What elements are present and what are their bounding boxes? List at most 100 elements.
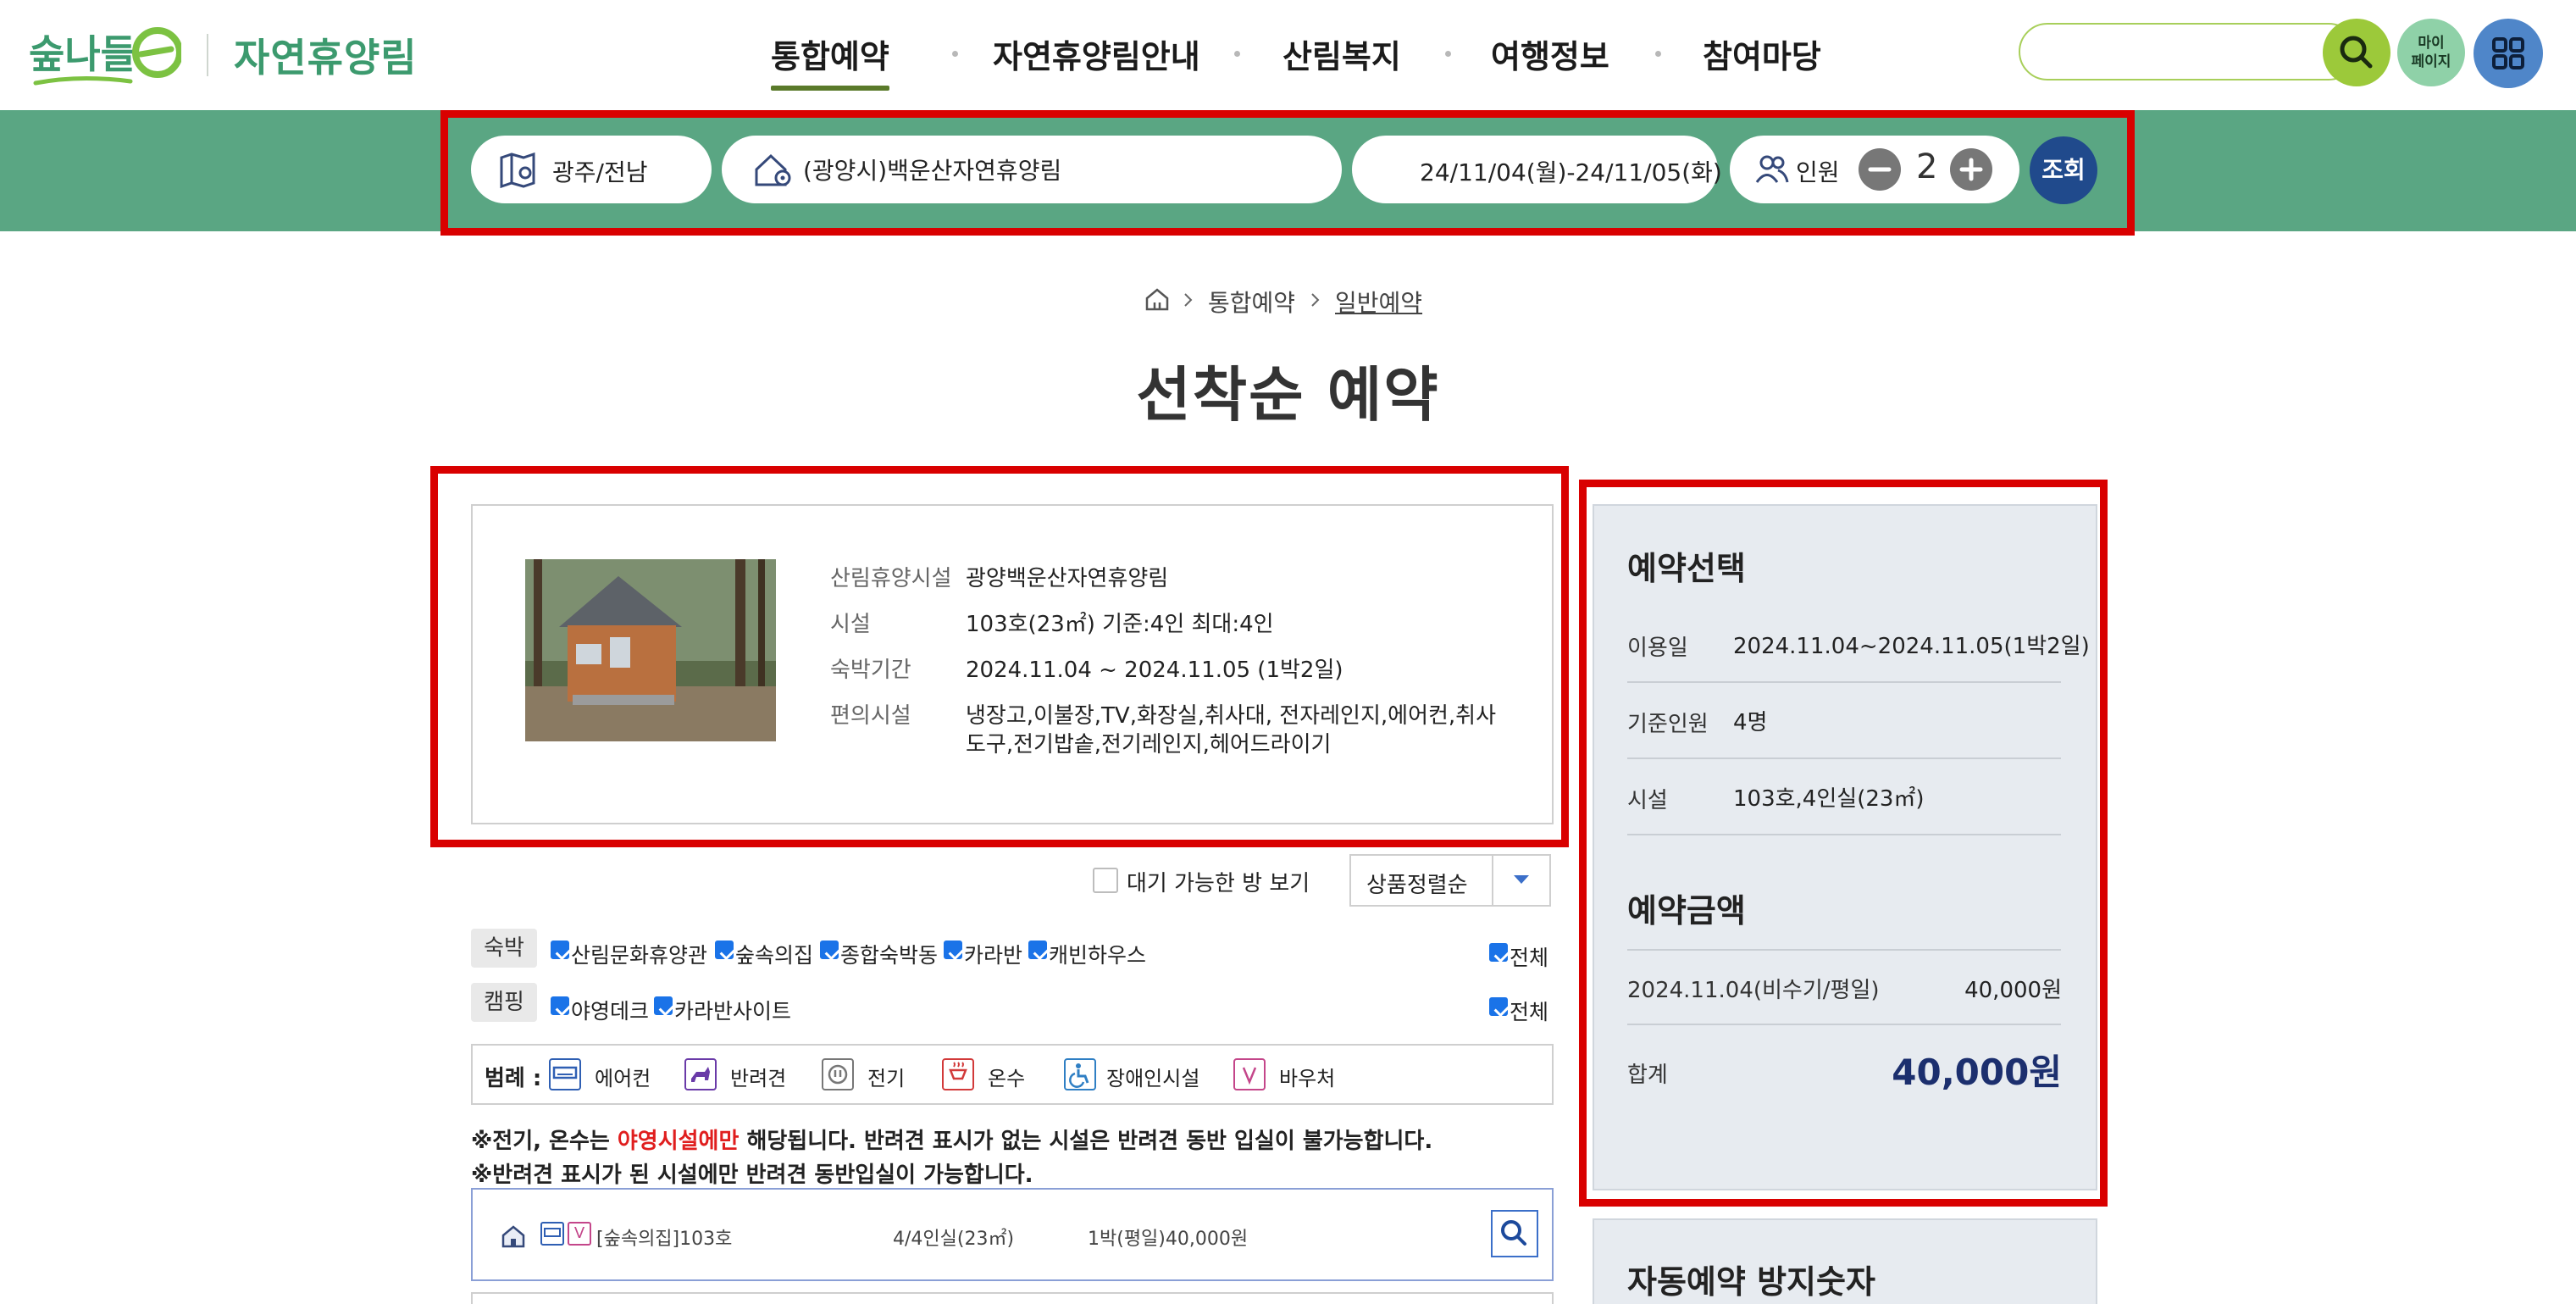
price-title: 예약금액 (1627, 892, 1746, 929)
cabin-photo (525, 559, 776, 741)
divider (1627, 757, 2061, 759)
query-button[interactable]: 조회 (2030, 136, 2097, 204)
home-type-icon (501, 1225, 525, 1248)
facility-value-amenities: 냉장고,이불장,TV,화장실,취사대, 전자레인지,에어컨,취사 (966, 703, 1497, 729)
search-button[interactable] (2323, 19, 2390, 86)
mypage-label-1: 마이 (2418, 35, 2445, 52)
divider (1627, 681, 2061, 683)
facility-label-period: 숙박기간 (830, 658, 911, 683)
lodging-checkbox-3[interactable] (820, 941, 839, 959)
total-value: 40,000원 (1892, 1052, 2062, 1093)
electric-icon (822, 1058, 854, 1090)
nav-separator (1445, 51, 1451, 57)
nav-item-forest-welfare[interactable]: 산림복지 (1282, 31, 1401, 77)
camping-checkbox-2[interactable] (654, 996, 673, 1015)
date-range-value: 24/11/04(월)-24/11/05(화) (1420, 158, 1722, 186)
magnifier-icon (1501, 1220, 1526, 1246)
reservation-title: 예약선택 (1627, 550, 1746, 587)
nav-separator (952, 51, 958, 57)
caret-down-icon (1514, 875, 1529, 884)
reservation-label-room: 시설 (1627, 788, 1668, 813)
legend-label-electric: 전기 (867, 1067, 906, 1090)
lodging-label-4: 카라반 (964, 943, 1023, 968)
room-voucher-icon: V (568, 1222, 591, 1246)
legend-label-voucher: 바우처 (1279, 1067, 1336, 1090)
lodging-label-3: 종합숙박동 (840, 943, 939, 968)
room-capacity: 4/4인실(23㎡) (893, 1229, 1015, 1250)
camping-all-checkbox[interactable] (1489, 997, 1508, 1016)
voucher-icon (1233, 1058, 1266, 1090)
aircon-icon (549, 1058, 581, 1090)
price-row-amount: 40,000원 (1964, 978, 2062, 1003)
camping-label-1: 야영데크 (571, 999, 650, 1024)
lodging-all-label: 전체 (1510, 946, 1549, 970)
nav-separator (1234, 51, 1240, 57)
lodging-checkbox-1[interactable] (551, 941, 569, 959)
date-range-select[interactable]: 24/11/04(월)-24/11/05(화) (1352, 136, 1722, 203)
waitlist-checkbox[interactable] (1093, 868, 1118, 893)
nav-item-travel-info[interactable]: 여행정보 (1491, 31, 1609, 77)
room-detail-button[interactable] (1491, 1210, 1538, 1257)
sort-select[interactable]: 상품정렬순 (1349, 854, 1551, 907)
header: 숲나들 자연휴양림 통합예약 자연휴양림안내 산림복지 여행정보 참여마당 마이… (0, 0, 2576, 110)
facility-value-period: 2024.11.04 ~ 2024.11.05 (1박2일) (966, 658, 1343, 683)
camping-label-2: 카라반사이트 (674, 999, 792, 1024)
people-increase-button[interactable] (1950, 148, 1992, 191)
divider (1627, 949, 2061, 951)
mypage-button[interactable]: 마이 페이지 (2397, 19, 2465, 86)
breadcrumb-item-integrated[interactable]: 통합예약 (1208, 285, 1295, 319)
nav-separator (1655, 51, 1661, 57)
room-price: 1박(평일)40,000원 (1088, 1229, 1249, 1250)
nav-item-participation[interactable]: 참여마당 (1703, 31, 1821, 77)
lodging-checkbox-5[interactable] (1028, 941, 1047, 959)
facility-value-amenities-2: 도구,전기밥솥,전기레인지,헤어드라이기 (966, 732, 1332, 757)
people-count: 2 (1916, 147, 1938, 186)
region-select[interactable]: 광주/전남 (471, 136, 712, 203)
camping-checkbox-1[interactable] (551, 996, 569, 1015)
notice-line-1: ※전기, 온수는 야영시설에만 해당됩니다. 반려견 표시가 없는 시설은 반려… (471, 1124, 1432, 1155)
reservation-value-room: 103호,4인실(23㎡) (1733, 786, 1925, 812)
page: 숲나들 자연휴양림 통합예약 자연휴양림안내 산림복지 여행정보 참여마당 마이… (0, 0, 2576, 1304)
notice-1-post: 해당됩니다. 반려견 표시가 없는 시설은 반려견 동반 입실이 불가능합니다. (739, 1129, 1433, 1154)
reservation-value-date: 2024.11.04~2024.11.05(1박2일) (1733, 634, 2090, 659)
grid-icon (2492, 37, 2524, 69)
legend-label-accessible: 장애인시설 (1106, 1067, 1200, 1090)
pet-icon (684, 1058, 717, 1090)
search-icon (2340, 36, 2373, 69)
chevron-right-icon (1311, 293, 1320, 307)
facility-value-name: 광양백운산자연휴양림 (966, 566, 1169, 591)
forest-select[interactable]: (광양시)백운산자연휴양림 (722, 136, 1342, 203)
camping-tag: 캠핑 (471, 983, 537, 1022)
home-icon[interactable] (1144, 286, 1171, 312)
people-icon (1755, 155, 1789, 183)
legend-title: 범례 : (485, 1066, 542, 1091)
waitlist-label: 대기 가능한 방 보기 (1127, 871, 1310, 896)
nav-item-integrated-reservation[interactable]: 통합예약 (771, 31, 889, 91)
total-label: 합계 (1627, 1063, 1668, 1088)
next-room-row (471, 1292, 1554, 1304)
lodging-checkbox-4[interactable] (944, 941, 962, 959)
all-menu-button[interactable] (2474, 19, 2543, 88)
room-name: [숲속의집]103호 (596, 1229, 733, 1250)
lodging-label-1: 산림문화휴양관 (571, 943, 708, 968)
lodging-checkbox-2[interactable] (715, 941, 734, 959)
legend-label-aircon: 에어컨 (595, 1067, 651, 1090)
breadcrumb-item-general[interactable]: 일반예약 (1335, 285, 1422, 319)
reservation-label-date: 이용일 (1627, 635, 1688, 661)
divider (1627, 834, 2061, 835)
lodging-tag: 숙박 (471, 929, 537, 968)
reservation-value-people: 4명 (1733, 710, 1768, 735)
nav-item-forest-guide[interactable]: 자연휴양림안내 (993, 31, 1200, 77)
people-label: 인원 (1796, 158, 1840, 186)
region-value: 광주/전남 (552, 158, 648, 186)
facility-label-room: 시설 (830, 612, 871, 637)
people-decrease-button[interactable] (1859, 148, 1901, 191)
notice-1-highlight: 야영시설에만 (617, 1129, 740, 1154)
lodging-all-checkbox[interactable] (1489, 943, 1508, 962)
forest-value: (광양시)백운산자연휴양림 (803, 157, 1062, 185)
legend-label-hotwater: 온수 (988, 1067, 1026, 1090)
facility-label-name: 산림휴양시설 (830, 566, 952, 591)
lodging-label-2: 숲속의집 (735, 943, 814, 968)
search-input[interactable] (2019, 23, 2357, 80)
sort-dropdown-toggle[interactable] (1492, 856, 1549, 905)
